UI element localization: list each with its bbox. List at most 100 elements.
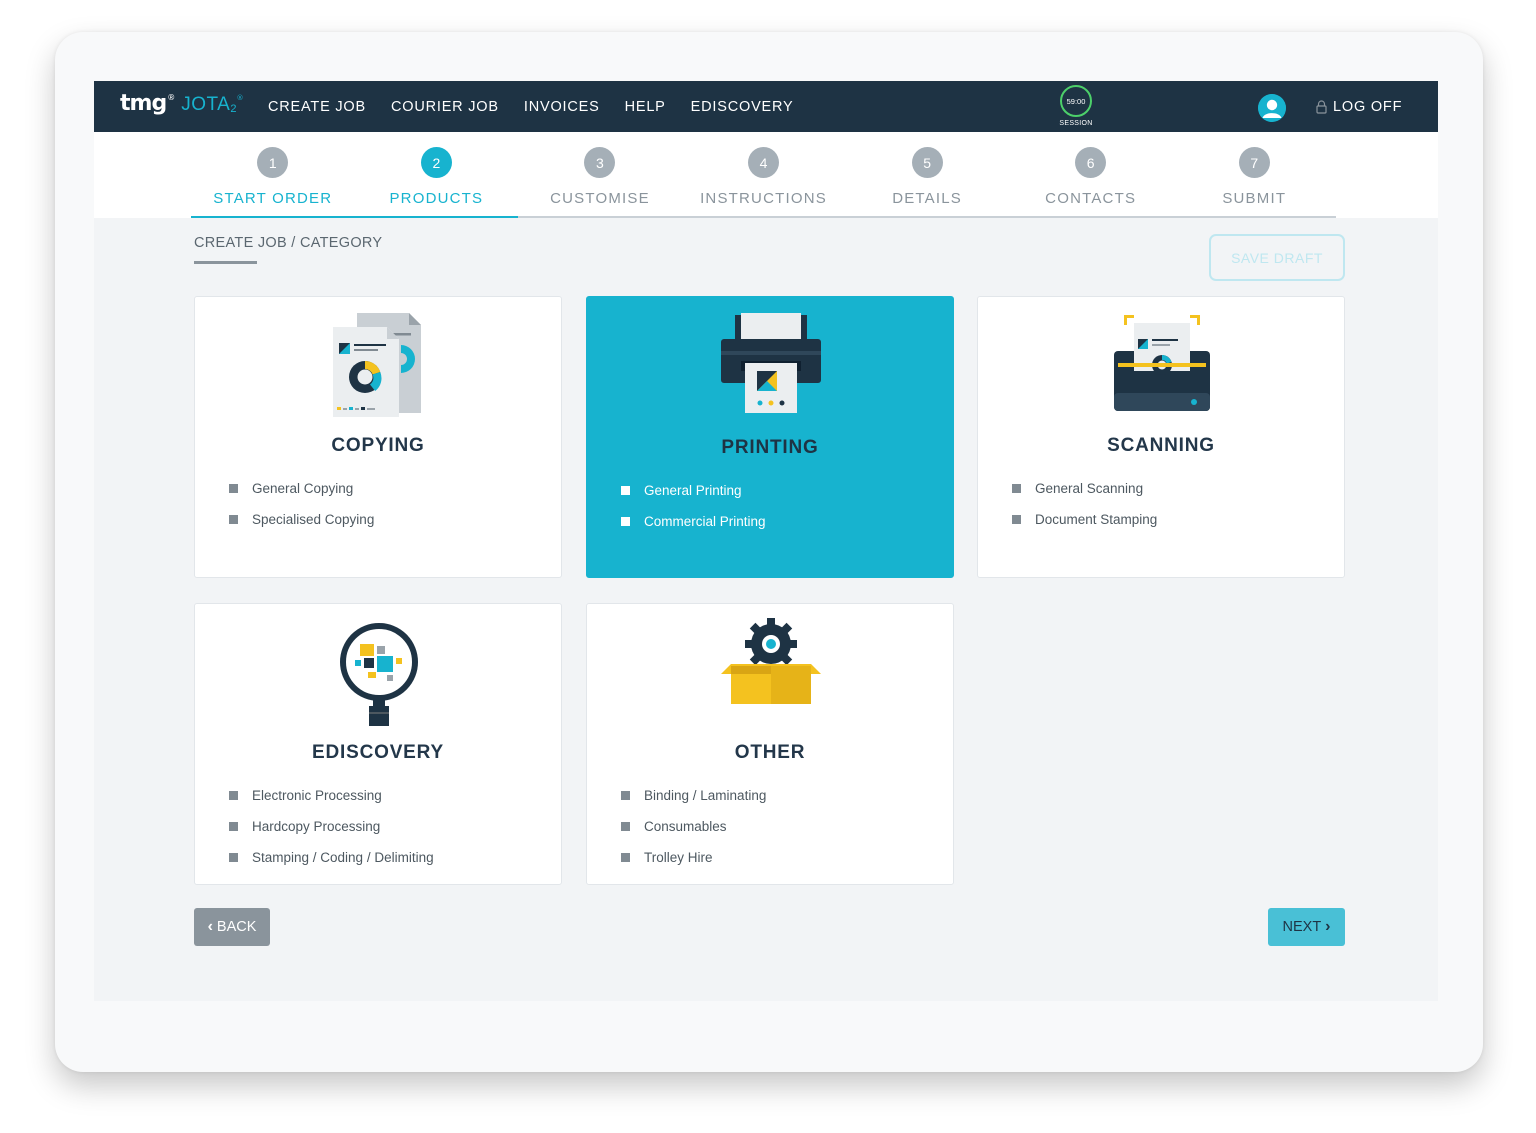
step-label: DETAILS [892,190,962,207]
list-item: General Copying [229,473,374,504]
card-title: COPYING [331,435,425,456]
step-number: 7 [1238,147,1270,178]
list-item-label: Stamping / Coding / Delimiting [252,850,434,865]
list-item-label: General Scanning [1035,481,1144,496]
category-card-printing[interactable]: PRINTING General Printing Commercial Pri… [586,296,954,578]
bullet-square-icon [229,791,238,800]
card-title: EDISCOVERY [312,742,444,763]
app-screen: tmg ® JOTA 2 ® CREATE JOB COURIER JOB IN… [94,81,1438,1001]
next-button[interactable]: NEXT › [1268,908,1345,946]
steps-row: 1 START ORDER 2 PRODUCTS 3 CUSTOMISE 4 I… [191,132,1336,218]
list-item-label: Document Stamping [1035,512,1158,527]
copy-documents-icon [333,313,421,417]
list-item-label: Commercial Printing [644,514,766,529]
breadcrumb-underline [194,261,257,264]
list-item: General Printing [621,475,766,506]
logo[interactable]: tmg ® JOTA 2 ® [120,91,243,121]
card-item-list: Electronic Processing Hardcopy Processin… [229,780,434,873]
step-number: 1 [257,147,289,178]
list-item: Commercial Printing [621,506,766,537]
lock-icon [1316,99,1327,114]
bullet-square-icon [621,791,630,800]
list-item-label: Binding / Laminating [644,788,767,803]
category-card-ediscovery[interactable]: EDISCOVERY Electronic Processing Hardcop… [194,603,562,885]
bullet-square-icon [621,517,630,526]
card-item-list: General Scanning Document Stamping [1012,473,1157,535]
nav-ediscovery[interactable]: EDISCOVERY [691,99,794,115]
card-title: SCANNING [1107,435,1215,456]
category-card-copying[interactable]: COPYING General Copying Specialised Copy… [194,296,562,578]
list-item: Hardcopy Processing [229,811,434,842]
list-item: Stamping / Coding / Delimiting [229,842,434,873]
session-timer: 59:00 SESSION [1056,85,1096,131]
logo-product: JOTA [181,94,231,115]
category-card-other[interactable]: OTHER Binding / Laminating Consumables T… [586,603,954,885]
step-submit[interactable]: 7 SUBMIT [1172,132,1336,216]
back-button[interactable]: ‹ BACK [194,908,270,946]
list-item: Document Stamping [1012,504,1157,535]
step-number: 2 [420,147,452,178]
step-label: INSTRUCTIONS [700,190,827,207]
step-number: 5 [911,147,943,178]
user-avatar-icon[interactable] [1258,94,1286,122]
bullet-square-icon [229,853,238,862]
scanner-icon [1114,315,1210,411]
step-start-order[interactable]: 1 START ORDER [191,132,355,218]
step-number: 3 [584,147,616,178]
nav-create-job[interactable]: CREATE JOB [268,99,366,115]
trademark-mark: ® [236,94,244,102]
step-label: CUSTOMISE [550,190,650,207]
step-label: CONTACTS [1045,190,1137,207]
step-label: START ORDER [213,190,333,207]
list-item-label: Hardcopy Processing [252,819,381,834]
logoff-label: LOG OFF [1333,98,1403,115]
bullet-square-icon [621,822,630,831]
logo-brand: tmg [120,91,167,116]
list-item-label: Consumables [644,819,727,834]
bullet-square-icon [621,853,630,862]
step-number: 4 [748,147,780,178]
list-item-label: Trolley Hire [644,850,713,865]
step-contacts[interactable]: 6 CONTACTS [1009,132,1173,216]
bullet-square-icon [621,486,630,495]
list-item-label: General Copying [252,481,354,496]
printer-icon [721,313,821,413]
card-item-list: General Copying Specialised Copying [229,473,374,535]
session-ring: 59:00 [1060,85,1092,117]
nav-courier-job[interactable]: COURIER JOB [391,99,499,115]
nav-help[interactable]: HELP [625,99,666,115]
step-details[interactable]: 5 DETAILS [845,132,1009,216]
chevron-left-icon: ‹ [207,918,213,935]
list-item: Electronic Processing [229,780,434,811]
category-card-scanning[interactable]: SCANNING General Scanning Document Stamp… [977,296,1345,578]
list-item: Trolley Hire [621,842,766,873]
bullet-square-icon [229,484,238,493]
gear-box-icon [721,618,821,704]
card-title: OTHER [734,742,806,763]
step-label: SUBMIT [1222,190,1287,207]
step-label: PRODUCTS [389,190,484,207]
logoff-button[interactable]: LOG OFF [1316,81,1402,132]
registered-mark: ® [167,93,176,102]
list-item: Binding / Laminating [621,780,766,811]
logo-version: 2 [230,103,237,115]
top-nav: tmg ® JOTA 2 ® CREATE JOB COURIER JOB IN… [94,81,1438,132]
step-progress: 1 START ORDER 2 PRODUCTS 3 CUSTOMISE 4 I… [94,132,1438,218]
step-instructions[interactable]: 4 INSTRUCTIONS [682,132,846,216]
session-time: 59:00 [1066,96,1086,106]
step-products[interactable]: 2 PRODUCTS [354,132,519,218]
next-label: NEXT [1282,919,1322,935]
card-item-list: General Printing Commercial Printing [621,475,766,537]
bullet-square-icon [1012,515,1021,524]
step-customise[interactable]: 3 CUSTOMISE [518,132,682,216]
magnifier-data-icon [340,623,418,726]
nav-invoices[interactable]: INVOICES [524,99,600,115]
list-item-label: Specialised Copying [252,512,375,527]
bullet-square-icon [229,822,238,831]
list-item-label: General Printing [644,483,742,498]
save-draft-button[interactable]: SAVE DRAFT [1209,234,1345,281]
chevron-right-icon: › [1325,918,1331,935]
bullet-square-icon [229,515,238,524]
list-item-label: Electronic Processing [252,788,382,803]
bullet-square-icon [1012,484,1021,493]
